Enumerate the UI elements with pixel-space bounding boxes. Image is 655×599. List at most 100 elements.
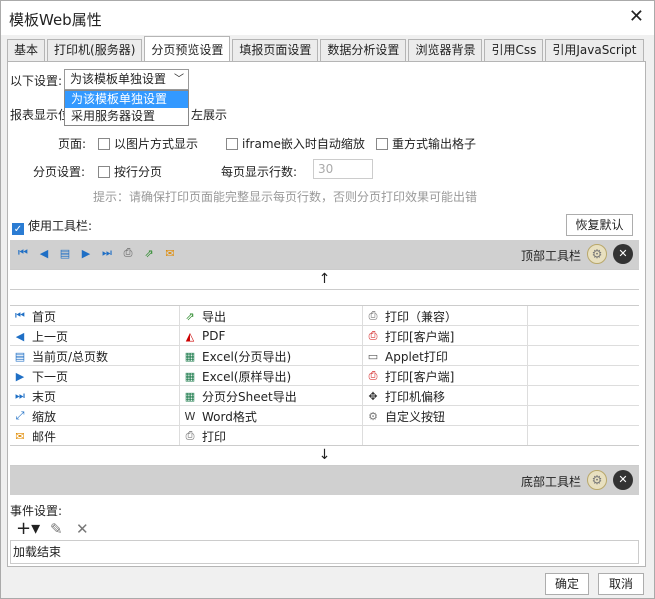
first-page-icon[interactable]: ⏮: [14, 244, 32, 262]
print-icon: ⎙: [368, 309, 378, 322]
close-icon[interactable]: ✕: [629, 6, 644, 27]
title-bar: 模板Web属性 ✕: [1, 1, 654, 35]
cell-label: Excel(原样导出): [202, 369, 292, 384]
add-icon[interactable]: +▾: [16, 518, 40, 539]
page-count-icon: ▤: [14, 349, 26, 363]
grid-cell[interactable]: ⎙ 打印（兼容）: [363, 306, 528, 326]
settings-dropdown: 为该模板单独设置 采用服务器设置: [64, 90, 189, 126]
grid-cell[interactable]: ⤢ 缩放: [10, 406, 180, 426]
page-count-icon[interactable]: ▤: [56, 244, 74, 262]
grid-cell[interactable]: ◀ 上一页: [10, 326, 180, 346]
table-row: ⏮ 首页 ⇗ 导出 ⎙ 打印（兼容）: [10, 306, 639, 326]
grid-cell[interactable]: ⚙ 自定义按钮: [363, 406, 528, 426]
tab-css[interactable]: 引用Css: [484, 39, 544, 61]
grid-cell[interactable]: ✉ 邮件: [10, 426, 180, 446]
grid-cell[interactable]: ▶ 下一页: [10, 366, 180, 386]
cancel-button[interactable]: 取消: [598, 573, 644, 595]
cell-label: 邮件: [32, 429, 57, 444]
next-page-icon[interactable]: ▶: [77, 244, 95, 262]
grid-cell[interactable]: ⎙ 打印[客户端]: [363, 326, 528, 346]
table-row: ⤢ 缩放 W Word格式 ⚙ 自定义按钮: [10, 406, 639, 426]
grid-cell[interactable]: ⎙ 打印: [180, 426, 363, 446]
tab-javascript[interactable]: 引用JavaScript: [545, 39, 644, 61]
gear-icon: ⚙: [368, 409, 378, 423]
edit-icon[interactable]: ✎: [50, 520, 63, 538]
checkbox[interactable]: [98, 166, 110, 178]
grid-cell[interactable]: ⏭ 末页: [10, 386, 180, 406]
page-grid-option[interactable]: 重方式输出格子: [376, 135, 476, 152]
grid-cell[interactable]: ▤ 当前页/总页数: [10, 346, 180, 366]
tab-page-preview[interactable]: 分页预览设置: [144, 36, 231, 61]
dropdown-option-template[interactable]: 为该模板单独设置: [65, 91, 188, 108]
cell-label: 缩放: [32, 409, 57, 424]
page-image-option[interactable]: 以图片方式显示: [98, 135, 198, 152]
last-page-icon[interactable]: ⏭: [98, 244, 116, 262]
grid-cell: [528, 366, 639, 386]
checkbox[interactable]: [226, 138, 238, 150]
cell-label: 分页分Sheet导出: [202, 389, 297, 404]
close-icon[interactable]: ✕: [613, 244, 633, 264]
cell-label: PDF: [202, 329, 226, 343]
grid-cell[interactable]: ▦ Excel(原样导出): [180, 366, 363, 386]
checkbox[interactable]: [376, 138, 388, 150]
cell-label: 打印: [202, 429, 227, 444]
grid-cell[interactable]: ▭ Applet打印: [363, 346, 528, 366]
move-icon: ✥: [368, 389, 378, 403]
list-item[interactable]: 加载结束: [13, 545, 61, 559]
tab-browser-bg[interactable]: 浏览器背景: [408, 39, 483, 61]
grid-cell[interactable]: ⏮ 首页: [10, 306, 180, 326]
grid-cell[interactable]: W Word格式: [180, 406, 363, 426]
restore-default-button[interactable]: 恢复默认: [566, 214, 633, 236]
cell-label: 自定义按钮: [385, 409, 446, 424]
settings-select-value: 为该模板单独设置: [70, 72, 167, 86]
settings-select[interactable]: 为该模板单独设置 ﹀: [64, 69, 189, 90]
cell-label: 打印机偏移: [385, 389, 446, 404]
grid-cell[interactable]: ▦ 分页分Sheet导出: [180, 386, 363, 406]
gear-icon[interactable]: ⚙: [587, 244, 607, 264]
paging-by-row-label: 按行分页: [114, 165, 163, 179]
close-icon[interactable]: ✕: [613, 470, 633, 490]
page-label: 页面:: [58, 137, 87, 151]
grid-cell: [528, 306, 639, 326]
tab-data-analysis[interactable]: 数据分析设置: [320, 39, 407, 61]
grid-cell[interactable]: ✥ 打印机偏移: [363, 386, 528, 406]
print-icon[interactable]: ⎙: [119, 244, 137, 262]
paging-label: 分页设置:: [33, 165, 86, 179]
checkbox[interactable]: [98, 138, 110, 150]
move-up-bar[interactable]: ↑: [10, 269, 639, 290]
rows-per-page-input[interactable]: 30: [313, 159, 373, 179]
gear-icon[interactable]: ⚙: [587, 470, 607, 490]
cell-label: 首页: [32, 309, 57, 324]
dropdown-option-server[interactable]: 采用服务器设置: [65, 108, 188, 125]
grid-cell[interactable]: ⎙ 打印[客户端]: [363, 366, 528, 386]
page-image-label: 以图片方式显示: [114, 137, 199, 151]
tab-printer-server[interactable]: 打印机(服务器): [47, 39, 143, 61]
move-down-bar[interactable]: ↓: [10, 445, 639, 466]
paging-hint: 提示：请确保打印页面能完整显示每页行数，否则分页打印效果可能出错: [93, 190, 478, 204]
events-list: 加载结束: [10, 540, 639, 564]
cell-label: 打印[客户端]: [385, 329, 455, 344]
ok-button[interactable]: 确定: [545, 573, 589, 595]
page-preview-panel: 以下设置: 为该模板单独设置 ﹀ 为该模板单独设置 采用服务器设置 报表显示位 …: [7, 61, 646, 567]
tab-fill-page[interactable]: 填报页面设置: [232, 39, 319, 61]
grid-cell: [528, 326, 639, 346]
grid-cell[interactable]: ⇗ 导出: [180, 306, 363, 326]
grid-cell[interactable]: ▦ Excel(分页导出): [180, 346, 363, 366]
arrow-down-icon: ↓: [318, 447, 331, 463]
prev-page-icon[interactable]: ◀: [35, 244, 53, 262]
paging-by-row-option[interactable]: 按行分页: [98, 163, 162, 180]
settings-label: 以下设置:: [10, 74, 63, 88]
word-icon: W: [184, 409, 196, 423]
delete-icon[interactable]: ✕: [76, 520, 89, 538]
checkbox-checked[interactable]: ✓: [12, 223, 24, 235]
use-toolbar-option[interactable]: ✓ 使用工具栏:: [12, 217, 92, 235]
pdf-icon: ◭: [185, 329, 195, 343]
mail-icon[interactable]: ✉: [161, 244, 179, 262]
page-iframe-option[interactable]: iframe嵌入时自动缩放: [226, 135, 365, 152]
export-icon[interactable]: ⇗: [140, 244, 158, 262]
last-page-icon: ⏭: [15, 389, 25, 402]
tab-basic[interactable]: 基本: [7, 39, 46, 61]
zoom-icon: ⤢: [15, 409, 25, 422]
grid-cell[interactable]: ◭ PDF: [180, 326, 363, 346]
toolbar-buttons-grid: ⏮ 首页 ⇗ 导出 ⎙ 打印（兼容） ◀ 上一页 ◭ PDF ⎙ 打印[客户端] ▤ 当前页/…: [10, 305, 639, 446]
